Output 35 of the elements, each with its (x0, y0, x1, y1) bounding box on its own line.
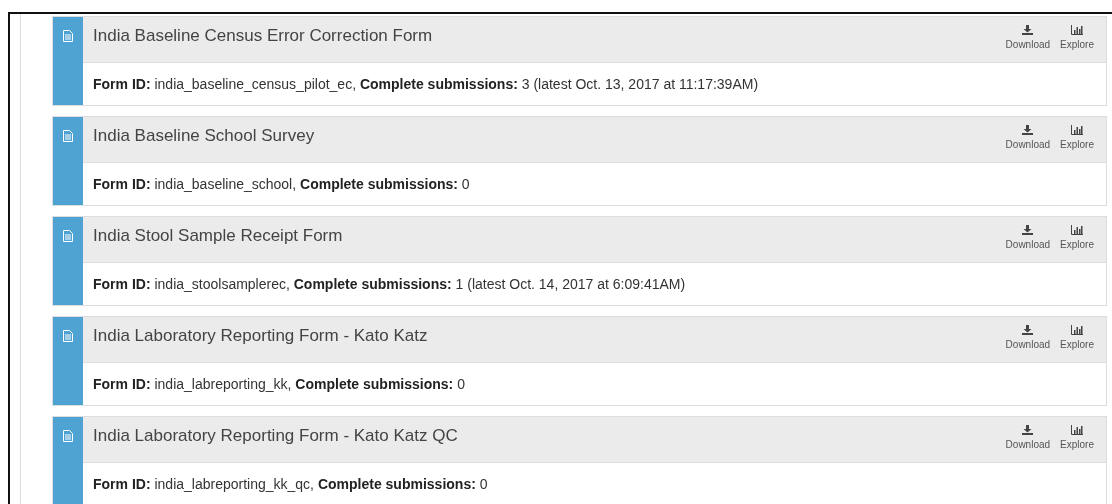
download-link[interactable]: Download (1005, 425, 1051, 450)
download-link[interactable]: Download (1005, 25, 1051, 50)
download-icon (1022, 425, 1034, 435)
bar-chart-icon (1071, 125, 1084, 135)
explore-link[interactable]: Explore (1060, 125, 1094, 150)
explore-link[interactable]: Explore (1060, 25, 1094, 50)
form-details: Form ID: india_baseline_school, Complete submissions: 0 (93, 176, 470, 192)
download-link[interactable]: Download (1005, 125, 1051, 150)
download-link[interactable]: Download (1005, 325, 1051, 350)
document-icon (63, 130, 73, 142)
download-icon (1022, 325, 1034, 335)
bar-chart-icon (1071, 25, 1084, 35)
download-icon (1022, 25, 1034, 35)
document-icon (63, 430, 73, 442)
explore-link[interactable]: Explore (1060, 425, 1094, 450)
form-details: Form ID: india_labreporting_kk, Complete submissions: 0 (93, 376, 465, 392)
bar-chart-icon (1071, 225, 1084, 235)
form-title: India Stool Sample Receipt Form (93, 226, 343, 246)
document-icon (63, 230, 73, 242)
form-details: Form ID: india_baseline_census_pilot_ec, Complete submissions: 3 (latest Oct. 13, 2017 at 11:17:39AM) (93, 76, 759, 92)
download-icon (1022, 225, 1034, 235)
form-title: India Laboratory Reporting Form - Kato Katz (93, 326, 428, 346)
form-details: Form ID: india_labreporting_kk_qc, Complete submissions: 0 (93, 476, 488, 492)
bar-chart-icon (1071, 325, 1084, 335)
download-link[interactable]: Download (1005, 225, 1051, 250)
bar-chart-icon (1071, 425, 1084, 435)
form-details: Form ID: india_stoolsamplerec, Complete submissions: 1 (latest Oct. 14, 2017 at 6:09:41AM) (93, 276, 686, 292)
explore-link[interactable]: Explore (1060, 325, 1094, 350)
download-icon (1022, 125, 1034, 135)
document-icon (63, 30, 73, 42)
form-title: India Baseline Census Error Correction Form (93, 26, 433, 46)
form-title: India Baseline School Survey (93, 126, 315, 146)
form-title: India Laboratory Reporting Form - Kato Katz QC (93, 426, 458, 446)
document-icon (63, 330, 73, 342)
explore-link[interactable]: Explore (1060, 225, 1094, 250)
